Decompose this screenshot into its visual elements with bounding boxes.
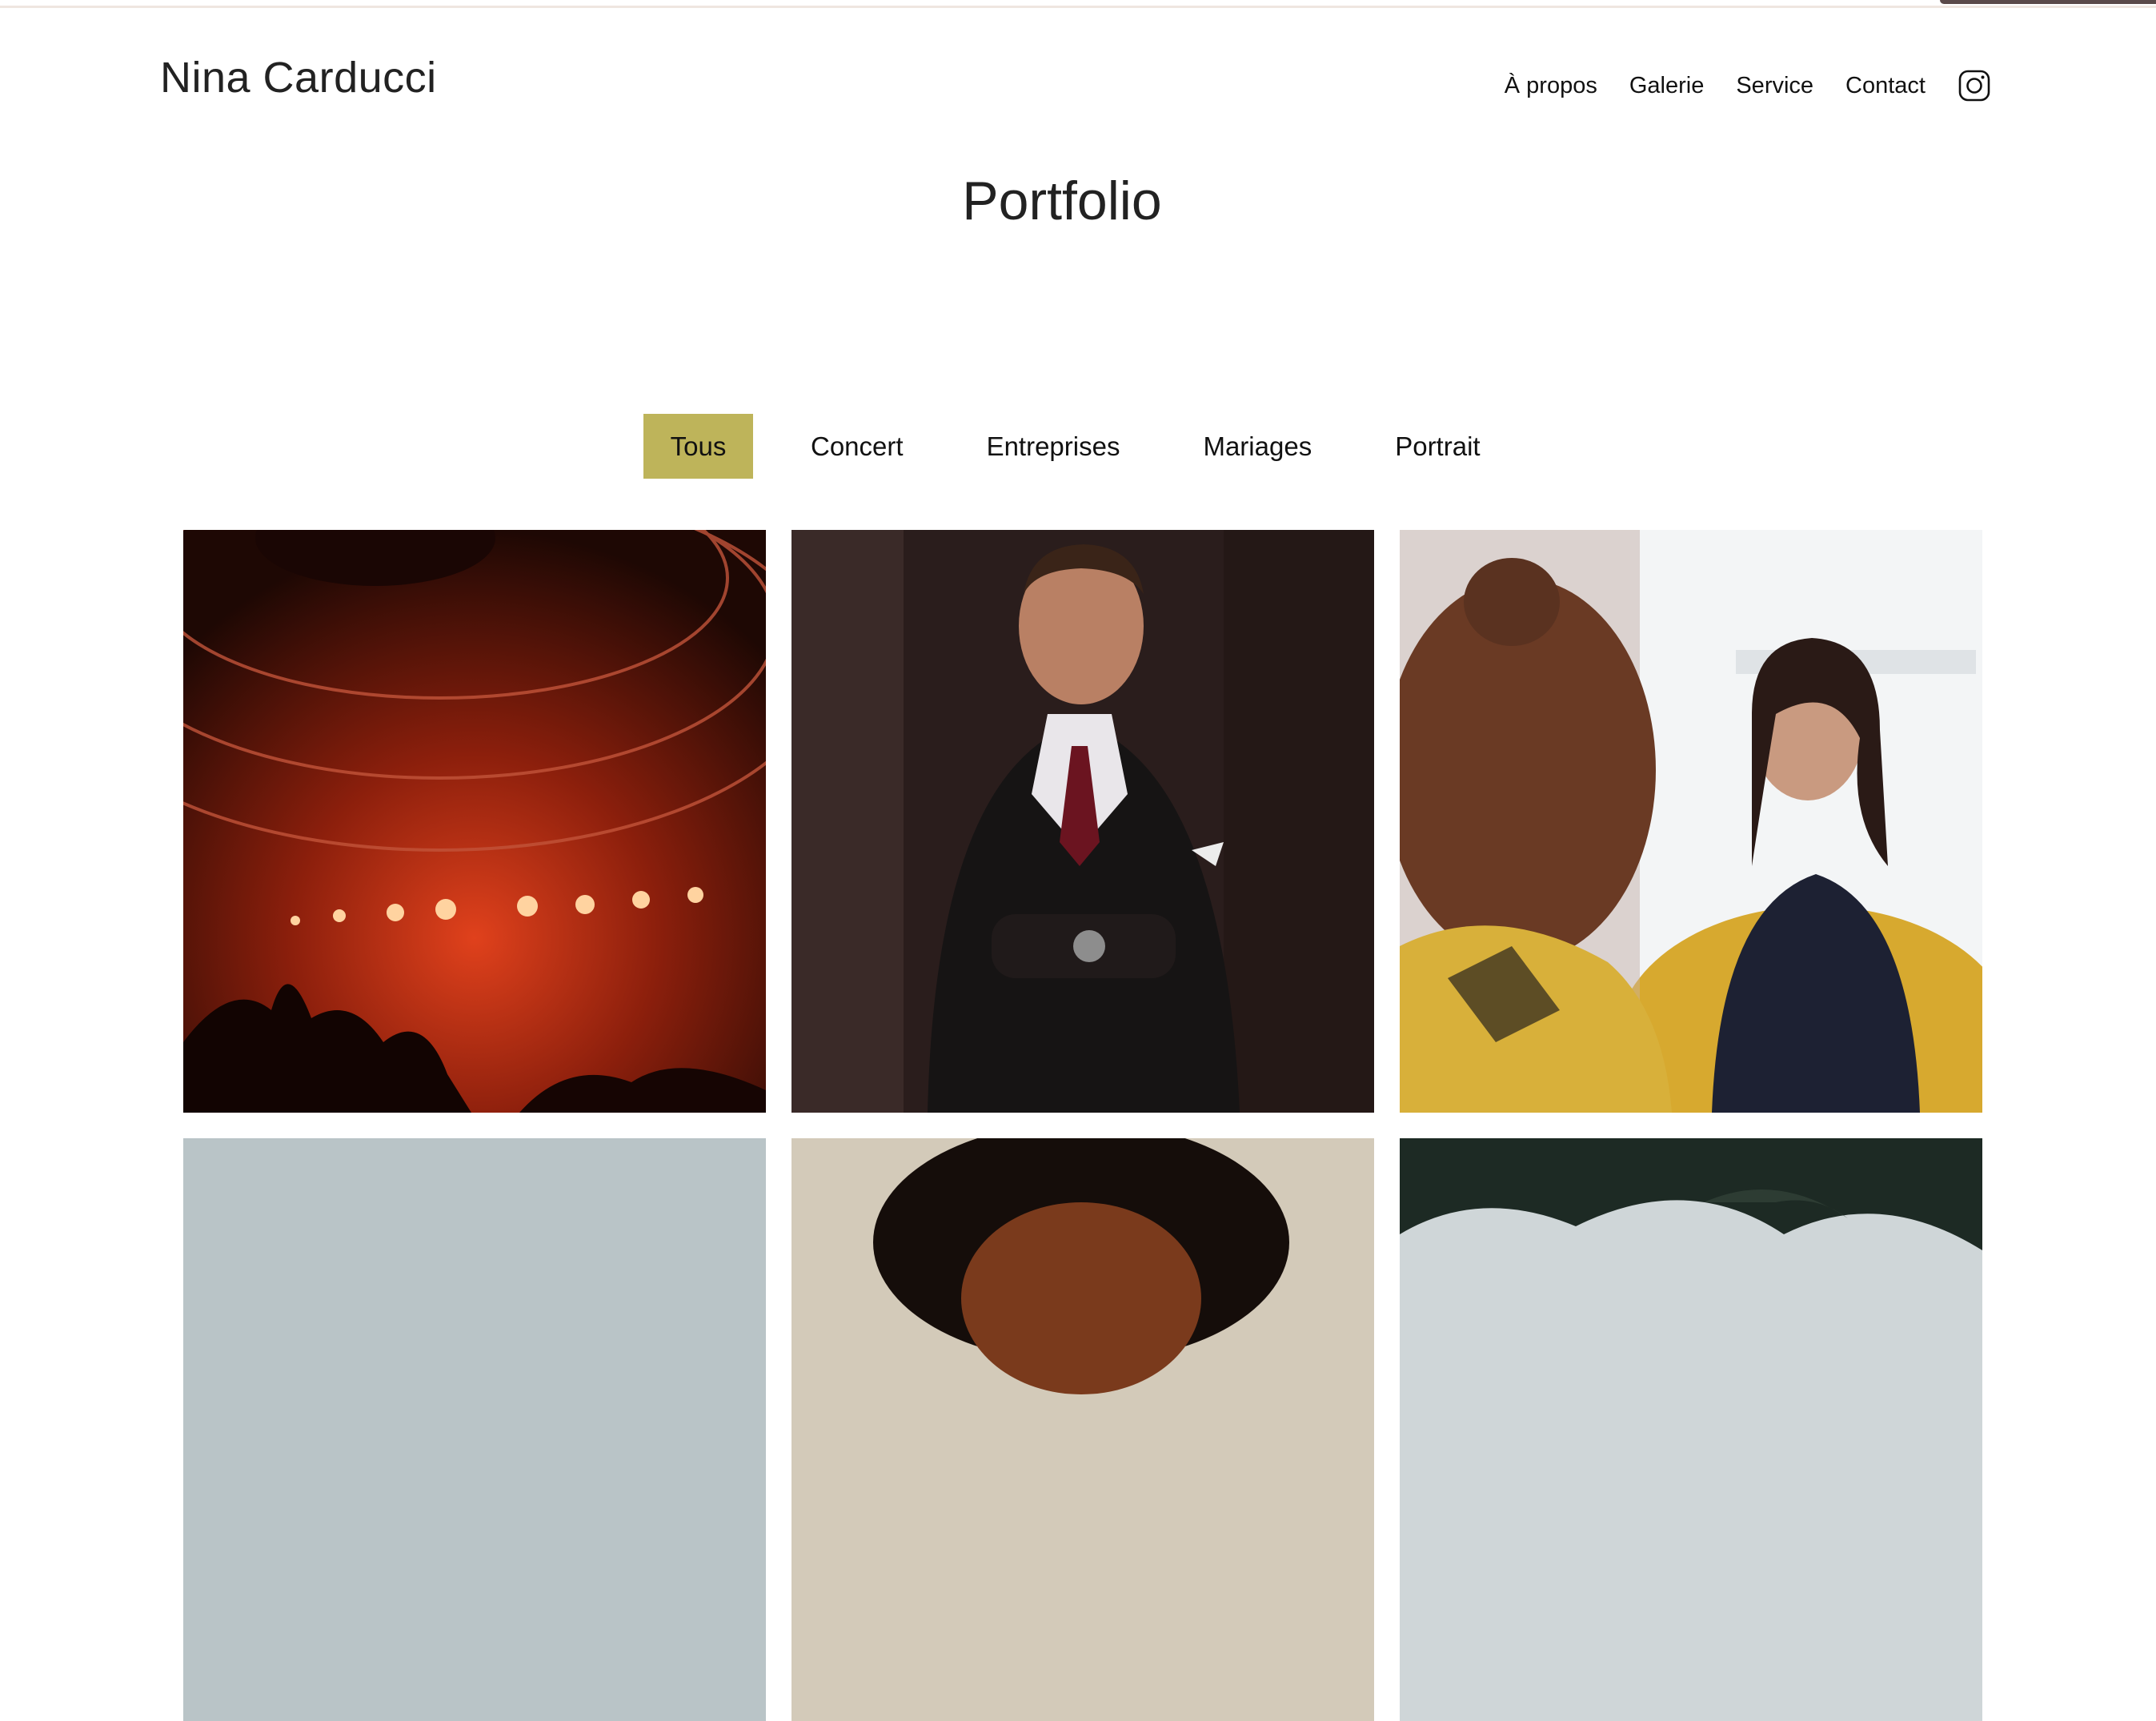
brand-name[interactable]: Nina Carducci xyxy=(160,53,437,102)
nav-link-contact[interactable]: Contact xyxy=(1845,73,1926,99)
instagram-icon[interactable] xyxy=(1958,69,1991,102)
filter-entreprises[interactable]: Entreprises xyxy=(961,414,1146,479)
gallery-image-concert[interactable] xyxy=(183,530,766,1113)
filter-portrait[interactable]: Portrait xyxy=(1369,414,1505,479)
gallery-grid xyxy=(183,530,1982,1721)
filter-all[interactable]: Tous xyxy=(643,414,753,479)
gallery-image-business-man[interactable] xyxy=(791,530,1374,1113)
page-title: Portfolio xyxy=(962,170,1162,231)
filter-concert[interactable]: Concert xyxy=(785,414,929,479)
gallery-image-office-meeting[interactable] xyxy=(1400,530,1982,1113)
nav-link-gallery[interactable]: Galerie xyxy=(1629,73,1705,99)
gallery-image-portrait-man[interactable] xyxy=(791,1138,1374,1721)
gallery-image-sky[interactable] xyxy=(183,1138,766,1721)
filter-mariages[interactable]: Mariages xyxy=(1177,414,1337,479)
nav-link-service[interactable]: Service xyxy=(1736,73,1813,99)
nav-link-about[interactable]: À propos xyxy=(1505,73,1597,99)
main-nav: À propos Galerie Service Contact xyxy=(1505,69,1991,102)
category-filters: Tous Concert Entreprises Mariages Portra… xyxy=(643,414,1538,479)
gallery-image-palm-trees[interactable] xyxy=(1400,1138,1982,1721)
site-header: Nina Carducci À propos Galerie Service C… xyxy=(0,0,2156,128)
